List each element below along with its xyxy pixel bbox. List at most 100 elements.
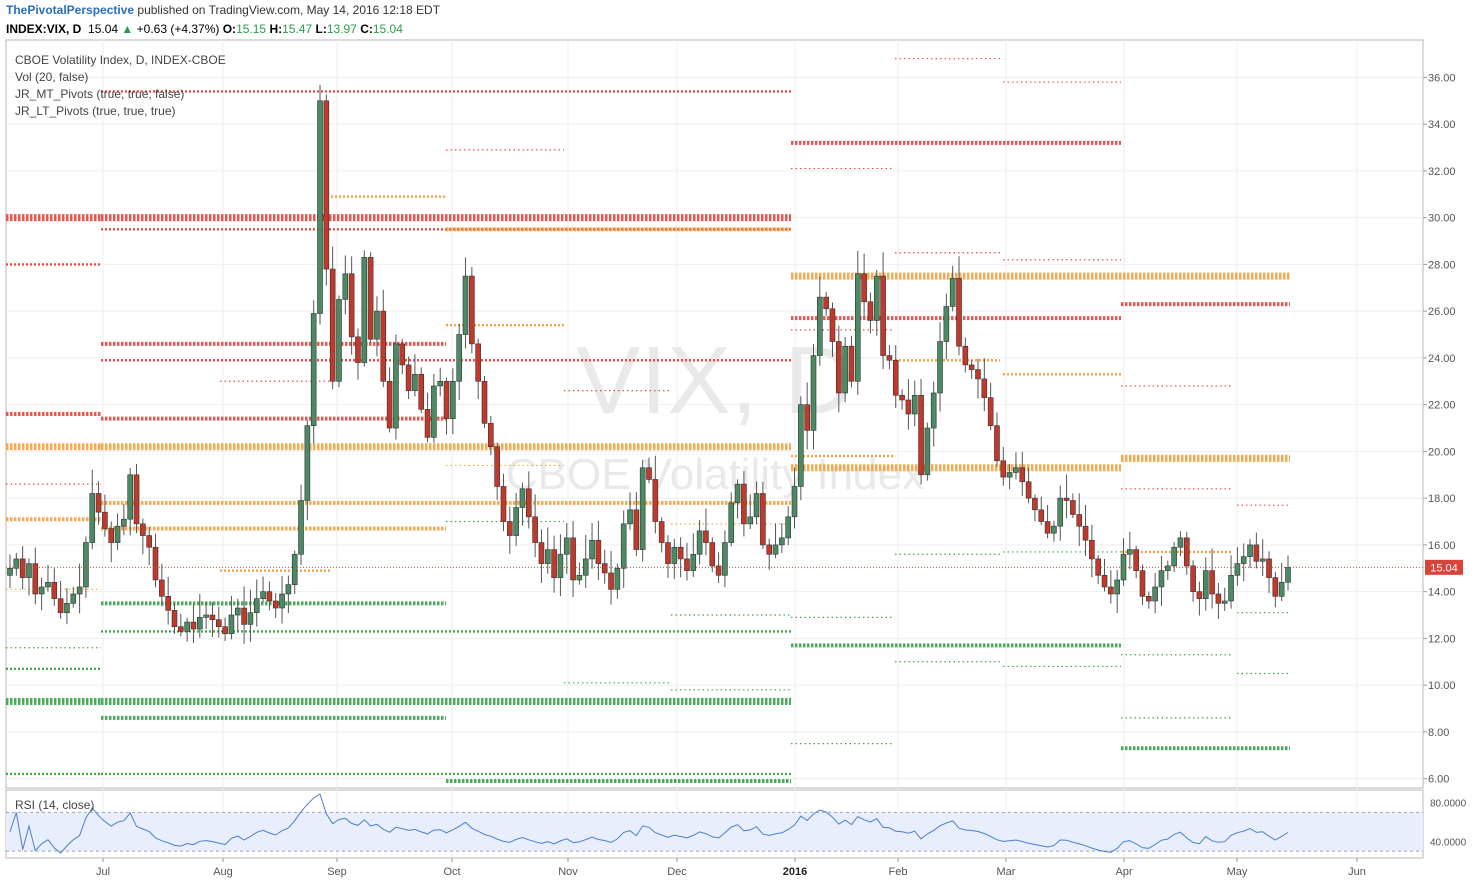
candle-body <box>456 334 462 382</box>
x-tick-label: 2016 <box>783 866 807 878</box>
x-tick-label: Aug <box>213 866 233 878</box>
candle-body <box>355 336 361 363</box>
candle-body <box>51 581 58 599</box>
candle-body <box>886 355 893 361</box>
candle-body <box>76 586 83 595</box>
candle-body <box>576 574 583 581</box>
candle-body <box>159 579 165 597</box>
y-tick-label: 10.00 <box>1428 680 1456 692</box>
candle-body <box>1006 472 1013 478</box>
candle-body <box>342 273 349 300</box>
candle-body <box>234 607 241 616</box>
candle-body <box>962 345 969 366</box>
candle-body <box>620 523 627 569</box>
candle-body <box>127 474 134 520</box>
candle-body <box>968 364 975 370</box>
price-axis[interactable]: 36.00 34.00 32.00 30.00 28.00 26.00 24.00 22.00… <box>1423 72 1456 786</box>
candle-body <box>443 380 450 419</box>
candle-body <box>911 394 918 415</box>
candle-body <box>943 306 950 342</box>
candle-body <box>760 493 766 546</box>
candle-body <box>1032 497 1038 511</box>
candle-body <box>975 369 981 380</box>
y-tick-label: 22.00 <box>1428 400 1456 412</box>
candle-body <box>253 598 260 613</box>
candle-body <box>500 486 507 522</box>
candle-body <box>178 626 184 632</box>
candle-body <box>798 404 804 487</box>
candle-body <box>1278 581 1285 597</box>
candle-body <box>304 425 311 501</box>
legend-mt-pivots[interactable]: JR_MT_Pivots (true, true, false) <box>15 87 184 101</box>
candle-body <box>671 546 678 564</box>
candle-body <box>741 483 747 525</box>
legend-lt-pivots[interactable]: JR_LT_Pivots (true, true, true) <box>15 104 176 118</box>
candle-body <box>709 542 716 567</box>
candle-body <box>538 542 545 564</box>
candle-body <box>817 296 823 356</box>
candle-body <box>627 509 633 525</box>
candle-body <box>64 603 70 613</box>
candle-body <box>57 598 64 613</box>
y-tick-label: 8.00 <box>1428 727 1449 739</box>
legend-main-series[interactable]: CBOE Volatility Index, D, INDEX-CBOE <box>15 53 226 67</box>
candle-body <box>336 299 342 382</box>
candle-body <box>348 273 355 338</box>
candle-body <box>930 392 937 429</box>
x-tick-label: Feb <box>889 866 908 878</box>
candle-body <box>924 427 931 476</box>
candle-body <box>1240 556 1247 564</box>
candle-body <box>1101 574 1108 588</box>
candle-body <box>469 275 475 345</box>
candle-body <box>399 343 406 366</box>
candle-body <box>1070 500 1076 515</box>
time-axis[interactable]: Jul Aug Sep Oct Nov Dec 2016 Feb Mar Apr May Jun <box>96 858 1366 878</box>
y-tick-label: 34.00 <box>1428 119 1456 131</box>
candle-body <box>519 488 526 508</box>
candle-body <box>1152 586 1158 602</box>
candle-body <box>285 584 292 595</box>
candle-body <box>405 364 412 391</box>
candle-body <box>1266 558 1272 578</box>
candle-body <box>241 607 247 625</box>
y-tick-label: 12.00 <box>1428 633 1456 645</box>
candle-body <box>386 380 393 429</box>
candle-body <box>431 385 437 438</box>
candle-body <box>532 516 538 543</box>
candle-body <box>209 614 216 621</box>
candle-body <box>19 558 26 578</box>
candle-body <box>247 612 254 625</box>
candle-body <box>1190 565 1196 592</box>
y-tick-label: 6.00 <box>1428 774 1449 786</box>
x-tick-label: Oct <box>443 866 460 878</box>
candle-body <box>703 530 709 543</box>
y-tick-label: 26.00 <box>1428 306 1456 318</box>
candle-body <box>747 516 754 525</box>
candle-body <box>266 591 273 602</box>
candle-body <box>298 500 304 555</box>
candle-body <box>190 621 197 630</box>
candle-body <box>646 467 652 480</box>
chart-root: ThePivotalPerspective published on Tradi… <box>0 0 1481 887</box>
candle-body <box>146 535 152 548</box>
candle-body <box>892 359 899 396</box>
price-chart[interactable]: VIX, D CBOE Volatility Index 36.0034.003… <box>0 0 1481 887</box>
candle-body <box>1139 570 1146 597</box>
candle-body <box>38 586 45 595</box>
candle-body <box>918 394 924 476</box>
candle-body <box>1063 497 1070 501</box>
legend-volume[interactable]: Vol (20, false) <box>15 70 88 84</box>
candle-body <box>424 409 431 438</box>
candle-body <box>829 308 836 342</box>
candle-body <box>1234 563 1241 576</box>
candle-body <box>114 525 121 543</box>
y-tick-label: 36.00 <box>1428 72 1456 84</box>
candle-body <box>899 394 905 401</box>
candle-body <box>690 553 697 571</box>
candle-body <box>133 474 140 525</box>
candle-body <box>121 518 127 527</box>
candle-body <box>804 404 810 431</box>
candle-body <box>481 380 488 424</box>
candle-body <box>722 542 728 576</box>
candle-body <box>861 273 867 303</box>
